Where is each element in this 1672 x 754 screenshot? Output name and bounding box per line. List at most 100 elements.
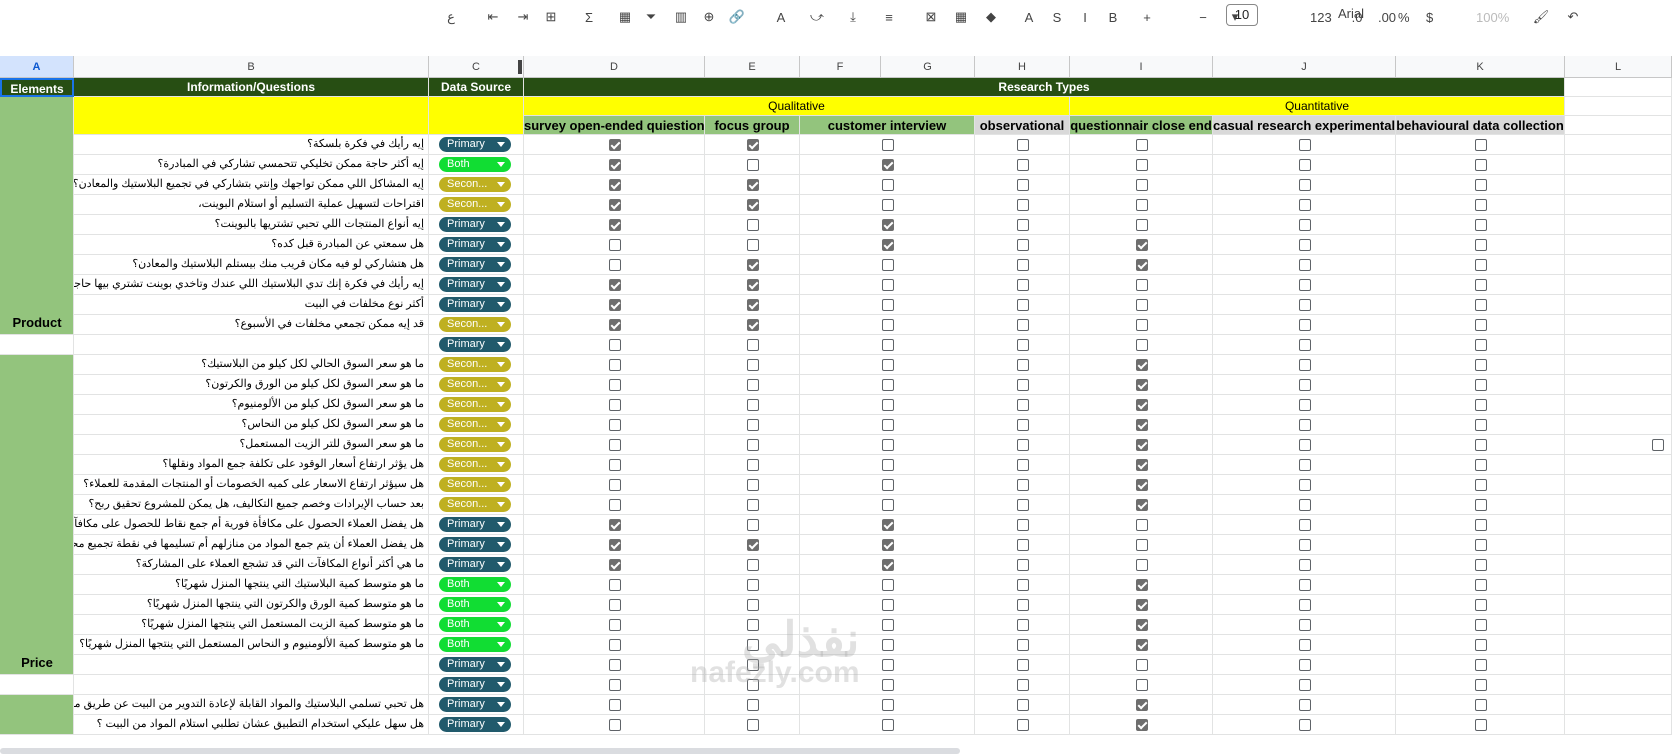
checkbox-checked[interactable] — [746, 539, 759, 551]
checkbox-cell[interactable] — [1070, 435, 1213, 455]
question-cell[interactable]: ما هو متوسط كمية الورق والكرتون التي ينت… — [74, 595, 429, 615]
arabic-format-icon[interactable]: ع — [440, 6, 462, 28]
checkbox-cell[interactable] — [524, 255, 705, 275]
data-source-chip[interactable]: Both — [439, 597, 511, 612]
checkbox-unchecked[interactable] — [1016, 139, 1029, 151]
checkbox-unchecked[interactable] — [746, 159, 759, 171]
checkbox-unchecked[interactable] — [1135, 539, 1148, 551]
checkbox-cell[interactable] — [975, 415, 1070, 435]
font-color-icon[interactable]: A — [1018, 6, 1040, 28]
checkbox-unchecked[interactable] — [1016, 299, 1029, 311]
checkbox-cell[interactable] — [800, 355, 975, 375]
element-block-price[interactable]: Price — [0, 355, 74, 675]
checkbox-unchecked[interactable] — [746, 479, 759, 491]
checkbox-cell[interactable] — [1213, 695, 1396, 715]
checkbox-unchecked[interactable] — [1016, 499, 1029, 511]
data-source-cell[interactable]: Primary — [429, 715, 524, 735]
checkbox-cell[interactable] — [524, 155, 705, 175]
checkbox-cell[interactable] — [800, 495, 975, 515]
checkbox-unchecked[interactable] — [1016, 219, 1029, 231]
checkbox-unchecked[interactable] — [1474, 639, 1487, 651]
header-method-6[interactable]: casual research experimental — [1213, 116, 1396, 135]
checkbox-cell[interactable] — [800, 535, 975, 555]
checkbox-unchecked[interactable] — [1474, 599, 1487, 611]
checkbox-checked[interactable] — [1135, 579, 1148, 591]
checkbox-cell[interactable] — [975, 335, 1070, 355]
column-header-b[interactable]: B — [74, 56, 429, 78]
checkbox-cell[interactable] — [705, 255, 800, 275]
checkbox-unchecked[interactable] — [1298, 359, 1311, 371]
data-source-cell[interactable]: Primary — [429, 515, 524, 535]
checkbox-unchecked[interactable] — [746, 419, 759, 431]
checkbox-cell[interactable] — [705, 135, 800, 155]
halign-icon[interactable]: ≡ — [878, 6, 900, 28]
checkbox-cell[interactable] — [975, 475, 1070, 495]
checkbox-unchecked[interactable] — [746, 239, 759, 251]
checkbox-unchecked[interactable] — [1298, 179, 1311, 191]
checkbox-unchecked[interactable] — [1474, 239, 1487, 251]
data-source-chip[interactable]: Primary — [439, 297, 511, 312]
checkbox-unchecked[interactable] — [1298, 259, 1311, 271]
chart-icon[interactable]: ▥ — [670, 6, 692, 28]
checkbox-unchecked[interactable] — [1298, 719, 1311, 731]
checkbox-cell[interactable] — [1070, 155, 1213, 175]
question-cell[interactable]: هل تحبي تسلمي البلاستيك والمواد القابلة … — [74, 695, 429, 715]
checkbox-cell[interactable] — [1070, 395, 1213, 415]
header-research-types[interactable]: Research Types — [524, 78, 1565, 97]
checkbox-cell[interactable] — [705, 615, 800, 635]
checkbox-cell[interactable] — [1396, 495, 1565, 515]
checkbox-cell[interactable] — [800, 455, 975, 475]
data-source-cell[interactable]: Primary — [429, 555, 524, 575]
checkbox-cell[interactable] — [705, 195, 800, 215]
checkbox-cell[interactable] — [1070, 175, 1213, 195]
checkbox-cell[interactable] — [1213, 715, 1396, 735]
data-source-chip[interactable]: Primary — [439, 517, 511, 532]
empty-cell-l[interactable] — [1565, 675, 1672, 695]
checkbox-unchecked[interactable] — [608, 439, 621, 451]
header-quantitative[interactable]: Quantitative — [1070, 97, 1565, 116]
checkbox-cell[interactable] — [524, 535, 705, 555]
checkbox-unchecked[interactable] — [1016, 279, 1029, 291]
checkbox-cell[interactable] — [1070, 615, 1213, 635]
checkbox-unchecked[interactable] — [1298, 399, 1311, 411]
checkbox-cell[interactable] — [1070, 355, 1213, 375]
checkbox-unchecked[interactable] — [608, 619, 621, 631]
checkbox-cell[interactable] — [1396, 315, 1565, 335]
checkbox-checked[interactable] — [746, 199, 759, 211]
checkbox-unchecked[interactable] — [1016, 399, 1029, 411]
checkbox-cell[interactable] — [975, 535, 1070, 555]
checkbox-cell[interactable] — [524, 715, 705, 735]
checkbox-unchecked[interactable] — [881, 279, 894, 291]
checkbox-unchecked[interactable] — [746, 519, 759, 531]
data-source-cell[interactable]: Secon... — [429, 475, 524, 495]
checkbox-unchecked[interactable] — [746, 359, 759, 371]
checkbox-cell[interactable] — [975, 155, 1070, 175]
checkbox-unchecked[interactable] — [1016, 259, 1029, 271]
checkbox-unchecked[interactable] — [608, 419, 621, 431]
checkbox-cell[interactable] — [800, 715, 975, 735]
checkbox-unchecked[interactable] — [608, 479, 621, 491]
checkbox-cell[interactable] — [1213, 235, 1396, 255]
empty-cell-l[interactable] — [1565, 395, 1672, 415]
data-source-cell[interactable]: Secon... — [429, 455, 524, 475]
question-cell[interactable]: هل هتشاركي لو فيه مكان قريب منك بيستلم ا… — [74, 255, 429, 275]
checkbox-cell[interactable] — [524, 175, 705, 195]
percent-format-button[interactable]: % — [1398, 6, 1410, 28]
checkbox-cell[interactable] — [1070, 455, 1213, 475]
checkbox-checked[interactable] — [1135, 439, 1148, 451]
column-header-h[interactable]: H — [975, 56, 1070, 78]
checkbox-unchecked[interactable] — [881, 299, 894, 311]
question-cell[interactable]: هل سهل عليكي استخدام التطبيق عشان تطلبي … — [74, 715, 429, 735]
checkbox-unchecked[interactable] — [746, 459, 759, 471]
checkbox-unchecked[interactable] — [1016, 239, 1029, 251]
header-method-7[interactable]: behavioural data collection — [1396, 116, 1565, 135]
checkbox-cell[interactable] — [705, 515, 800, 535]
merge-icon[interactable]: ⊠ — [920, 6, 942, 28]
data-source-chip[interactable]: Primary — [439, 557, 511, 572]
checkbox-cell[interactable] — [1070, 575, 1213, 595]
checkbox-checked[interactable] — [1135, 499, 1148, 511]
comment-icon[interactable]: ⊕ — [698, 6, 720, 28]
empty-cell-l[interactable] — [1565, 415, 1672, 435]
checkbox-cell[interactable] — [1070, 255, 1213, 275]
checkbox-cell[interactable] — [1396, 555, 1565, 575]
